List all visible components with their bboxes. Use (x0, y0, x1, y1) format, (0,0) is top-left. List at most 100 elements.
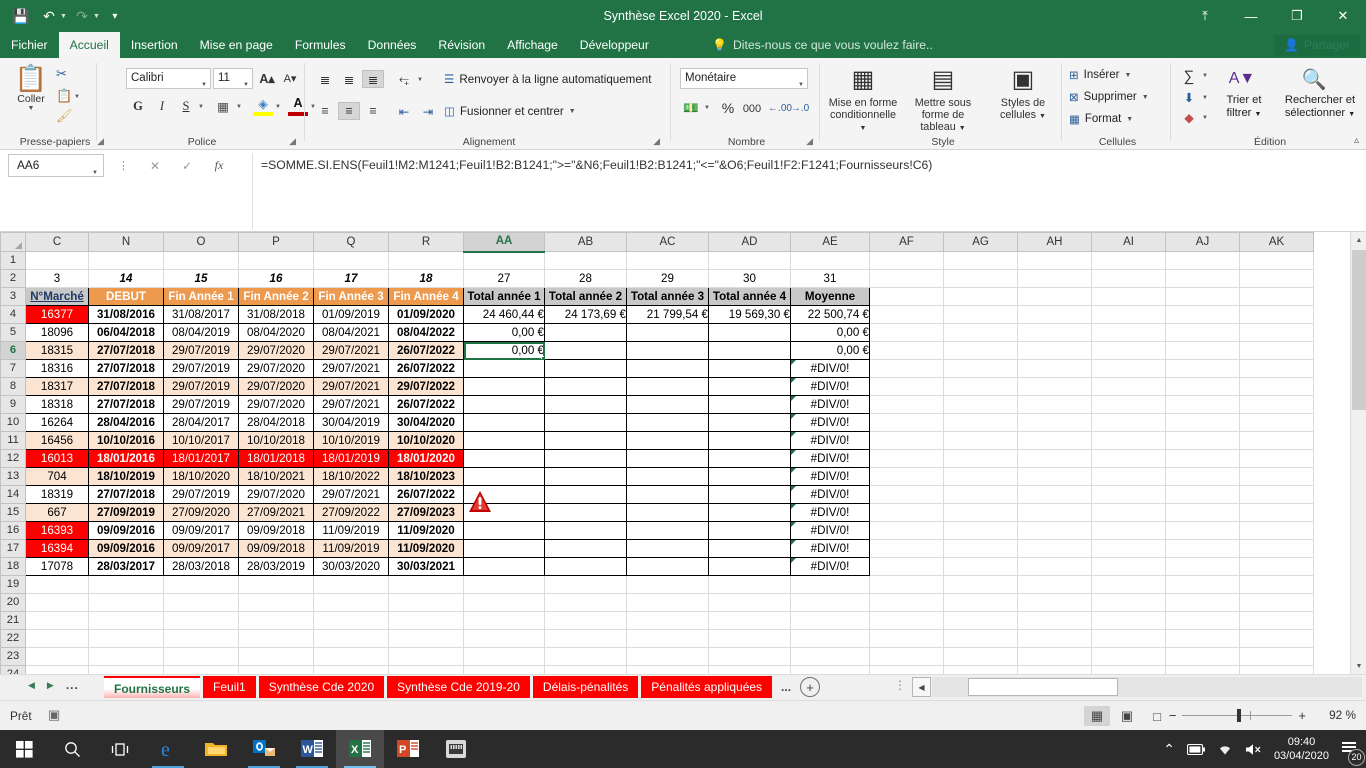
currency-icon[interactable]: 💵 (680, 98, 702, 118)
cell-AC12[interactable] (626, 449, 709, 468)
cell-P24[interactable] (238, 665, 314, 674)
cell-AH16[interactable] (1017, 521, 1092, 540)
cell-Q21[interactable] (313, 611, 389, 630)
cell-AD17[interactable] (708, 539, 791, 558)
cell-R22[interactable] (388, 629, 464, 648)
cell-O5[interactable]: 08/04/2019 (163, 323, 239, 342)
cell-AJ8[interactable] (1165, 377, 1240, 396)
cell-O18[interactable]: 28/03/2018 (163, 557, 239, 576)
cell-AC19[interactable] (626, 575, 709, 594)
cell-AA22[interactable] (463, 629, 545, 648)
cell-C19[interactable] (25, 575, 89, 594)
column-header-AH[interactable]: AH (1017, 232, 1092, 252)
cell-P21[interactable] (238, 611, 314, 630)
cell-Q4[interactable]: 01/09/2019 (313, 305, 389, 324)
tab-accueil[interactable]: Accueil (58, 32, 120, 58)
cell-AH4[interactable] (1017, 305, 1092, 324)
cell-P13[interactable]: 18/10/2021 (238, 467, 314, 486)
cell-AH2[interactable] (1017, 269, 1092, 288)
cell-AB9[interactable] (544, 395, 627, 414)
merge-caret-icon[interactable]: ▼ (569, 108, 576, 115)
tray-expand-icon[interactable]: ⌃ (1163, 741, 1175, 758)
copy-icon[interactable]: 📋 (56, 88, 72, 104)
cell-R5[interactable]: 08/04/2022 (388, 323, 464, 342)
cell-O19[interactable] (163, 575, 239, 594)
cell-AC18[interactable] (626, 557, 709, 576)
cell-AJ19[interactable] (1165, 575, 1240, 594)
cell-AD6[interactable] (708, 341, 791, 360)
cell-AJ24[interactable] (1165, 665, 1240, 674)
cell-AJ13[interactable] (1165, 467, 1240, 486)
cell-AJ4[interactable] (1165, 305, 1240, 324)
cell-C13[interactable]: 704 (25, 467, 89, 486)
cell-O11[interactable]: 10/10/2017 (163, 431, 239, 450)
cell-P15[interactable]: 27/09/2021 (238, 503, 314, 522)
cell-AH8[interactable] (1017, 377, 1092, 396)
cell-O20[interactable] (163, 593, 239, 612)
cell-AB4[interactable]: 24 173,69 € (544, 305, 627, 324)
column-header-AK[interactable]: AK (1239, 232, 1314, 252)
sheet-tab-feuil1[interactable]: Feuil1 (203, 676, 256, 698)
cell-AE23[interactable] (790, 647, 870, 666)
cell-AD3[interactable]: Total année 4 (708, 287, 791, 306)
cell-AK16[interactable] (1239, 521, 1314, 540)
cell-O8[interactable]: 29/07/2019 (163, 377, 239, 396)
cell-AE1[interactable] (790, 251, 870, 270)
sort-filter-icon[interactable]: A▼ (1226, 66, 1258, 92)
cell-Q18[interactable]: 30/03/2020 (313, 557, 389, 576)
cell-AG23[interactable] (943, 647, 1018, 666)
cell-R13[interactable]: 18/10/2023 (388, 467, 464, 486)
cell-C7[interactable]: 18316 (25, 359, 89, 378)
page-break-view-icon[interactable]: □ (1144, 706, 1170, 726)
cell-AE14[interactable]: #DIV/0! (790, 485, 870, 504)
column-header-AC[interactable]: AC (626, 232, 709, 252)
cell-AG3[interactable] (943, 287, 1018, 306)
cell-AC8[interactable] (626, 377, 709, 396)
cell-AB16[interactable] (544, 521, 627, 540)
cell-AB20[interactable] (544, 593, 627, 612)
cell-AA11[interactable] (463, 431, 545, 450)
cell-N24[interactable] (88, 665, 164, 674)
cell-AI5[interactable] (1091, 323, 1166, 342)
cell-AG13[interactable] (943, 467, 1018, 486)
percent-style-button[interactable]: % (718, 98, 738, 118)
cell-R16[interactable]: 11/09/2020 (388, 521, 464, 540)
cell-O12[interactable]: 18/01/2017 (163, 449, 239, 468)
cell-O9[interactable]: 29/07/2019 (163, 395, 239, 414)
cell-AJ21[interactable] (1165, 611, 1240, 630)
cell-AE15[interactable]: #DIV/0! (790, 503, 870, 522)
cell-N11[interactable]: 10/10/2016 (88, 431, 164, 450)
cell-C1[interactable] (25, 251, 89, 270)
cell-N2[interactable]: 14 (88, 269, 164, 288)
horizontal-scroll-track[interactable] (932, 677, 1362, 697)
conditional-formatting-button[interactable]: ▦ Mise en forme conditionnelle ▼ (827, 63, 899, 135)
cell-C11[interactable]: 16456 (25, 431, 89, 450)
cell-AE8[interactable]: #DIV/0! (790, 377, 870, 396)
column-header-N[interactable]: N (88, 232, 164, 252)
column-header-AA[interactable]: AA (463, 232, 545, 253)
cell-AI21[interactable] (1091, 611, 1166, 630)
cell-N3[interactable]: DEBUT (88, 287, 164, 306)
sheet-tab-synthese-cde-2020[interactable]: Synthèse Cde 2020 (258, 676, 385, 698)
cell-C6[interactable]: 18315 (25, 341, 89, 360)
cell-AB23[interactable] (544, 647, 627, 666)
font-size-input[interactable]: 11 ▼ (213, 68, 253, 89)
cell-AH12[interactable] (1017, 449, 1092, 468)
cell-P12[interactable]: 18/01/2018 (238, 449, 314, 468)
cell-P23[interactable] (238, 647, 314, 666)
cell-AD22[interactable] (708, 629, 791, 648)
tab-fichier[interactable]: Fichier (0, 32, 59, 58)
confirm-icon[interactable]: ✓ (174, 155, 200, 176)
row-header-1[interactable]: 1 (0, 251, 26, 270)
fill-color-icon[interactable]: ◈ (253, 94, 273, 116)
cell-AH3[interactable] (1017, 287, 1092, 306)
cell-Q23[interactable] (313, 647, 389, 666)
cell-AK13[interactable] (1239, 467, 1314, 486)
cell-Q14[interactable]: 29/07/2021 (313, 485, 389, 504)
clear-eraser-icon[interactable]: ◆ (1178, 108, 1200, 126)
cell-AD21[interactable] (708, 611, 791, 630)
font-dialog-launcher[interactable]: ◢ (289, 136, 296, 147)
row-header-18[interactable]: 18 (0, 557, 26, 576)
cell-R3[interactable]: Fin Année 4 (388, 287, 464, 306)
select-all-corner[interactable] (0, 232, 26, 252)
